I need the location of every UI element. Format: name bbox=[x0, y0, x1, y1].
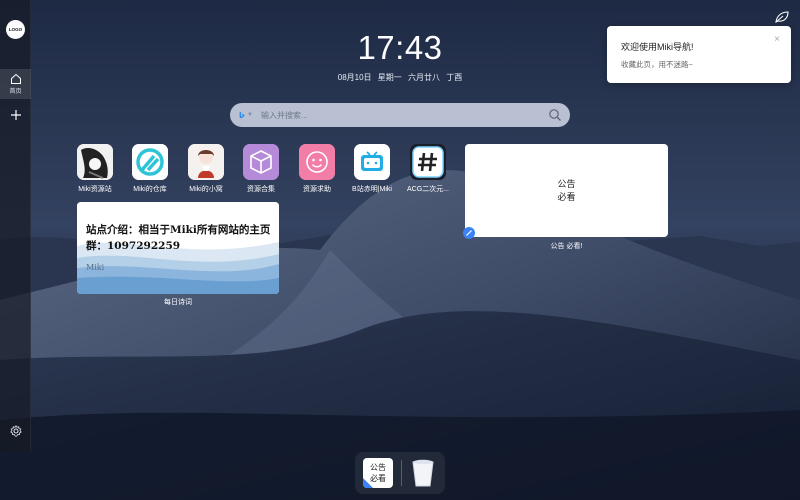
bilibili-icon bbox=[354, 144, 390, 180]
app-tile[interactable]: ACG二次元... bbox=[403, 144, 453, 194]
notice-widget[interactable]: 公告 必看 bbox=[463, 144, 668, 239]
clock-time: 17:43 bbox=[357, 29, 443, 66]
date-line: 08月10日 星期一 六月廿八 丁酉 bbox=[300, 72, 500, 83]
search-input[interactable] bbox=[261, 106, 531, 124]
smiley-face-icon bbox=[299, 144, 335, 180]
home-icon bbox=[10, 73, 21, 84]
package-box-icon bbox=[243, 144, 279, 180]
settings-button[interactable] bbox=[0, 416, 31, 446]
leaf-icon[interactable] bbox=[774, 10, 790, 24]
daily-poem-widget[interactable]: 站点介绍：相当于Miki所有网站的主页 群：1097292259 Miki bbox=[77, 202, 279, 294]
app-tile[interactable]: Miki资源站 bbox=[70, 144, 120, 194]
app-label: 资源合集 bbox=[247, 186, 275, 193]
app-tile[interactable]: B站赤明|Miki bbox=[347, 144, 397, 194]
bing-icon bbox=[239, 111, 245, 119]
search-icon[interactable] bbox=[548, 108, 562, 122]
anime-girl-icon bbox=[188, 144, 224, 180]
dock-notice-app[interactable]: 公告 必看 bbox=[363, 458, 393, 488]
add-group-button[interactable] bbox=[0, 100, 31, 130]
plus-icon bbox=[10, 110, 21, 120]
poem-text: 站点介绍：相当于Miki所有网站的主页 群：1097292259 bbox=[86, 224, 271, 252]
app-tile[interactable]: 资源求助 bbox=[292, 144, 342, 194]
hashtag-icon bbox=[410, 144, 446, 180]
notification-body: 收藏此页，用不迷路~ bbox=[621, 60, 693, 69]
notice-line: 公告 bbox=[370, 463, 386, 472]
badge-icon bbox=[363, 478, 373, 488]
chevron-down-icon: ▼ bbox=[247, 112, 253, 118]
ganzhi-date: 丁酉 bbox=[446, 73, 463, 82]
app-label: ACG二次元... bbox=[406, 186, 449, 193]
search-engine-selector[interactable]: ▼ bbox=[239, 108, 253, 122]
notice-text: 公告 必看 bbox=[557, 178, 575, 204]
repo-logo-icon bbox=[132, 144, 168, 180]
notice-widget-title: 公告 必看! bbox=[550, 243, 583, 250]
notification-title: 欢迎使用Miki导航! bbox=[621, 42, 694, 52]
app-tile[interactable]: 资源合集 bbox=[236, 144, 286, 194]
app-tile[interactable]: Miki的小窝 bbox=[181, 144, 231, 194]
app-label: B站赤明|Miki bbox=[352, 186, 392, 193]
poem-widget-title: 每日诗词 bbox=[164, 299, 192, 306]
sidebar-item-home[interactable]: 首页 bbox=[0, 69, 31, 99]
app-label: Miki资源站 bbox=[78, 186, 112, 193]
site-logo[interactable]: LOGO bbox=[6, 20, 25, 39]
close-icon[interactable]: × bbox=[771, 34, 783, 46]
app-label: Miki的小窝 bbox=[189, 186, 223, 193]
manga-avatar-icon bbox=[77, 144, 113, 180]
app-label: Miki的仓库 bbox=[133, 186, 167, 193]
app-tile[interactable]: Miki的仓库 bbox=[125, 144, 175, 194]
sidebar: LOGO 首页 bbox=[0, 0, 31, 452]
gear-icon bbox=[9, 425, 22, 437]
notice-line: 公告 bbox=[557, 178, 576, 189]
poem-author: Miki bbox=[86, 263, 105, 272]
edit-badge-icon[interactable] bbox=[463, 227, 475, 239]
weekday: 星期一 bbox=[377, 73, 402, 82]
app-label: 资源求助 bbox=[303, 186, 331, 193]
date: 08月10日 bbox=[337, 73, 372, 82]
sidebar-item-label: 首页 bbox=[9, 89, 22, 95]
search-bar: ▼ bbox=[230, 103, 570, 127]
notice-line: 必看 bbox=[557, 191, 576, 202]
trash-icon[interactable] bbox=[408, 457, 438, 489]
dock: 公告 必看 bbox=[355, 452, 445, 494]
welcome-notification: 欢迎使用Miki导航! 收藏此页，用不迷路~ × bbox=[607, 26, 791, 83]
dock-divider bbox=[401, 460, 402, 486]
lunar-date: 六月廿八 bbox=[408, 73, 441, 82]
